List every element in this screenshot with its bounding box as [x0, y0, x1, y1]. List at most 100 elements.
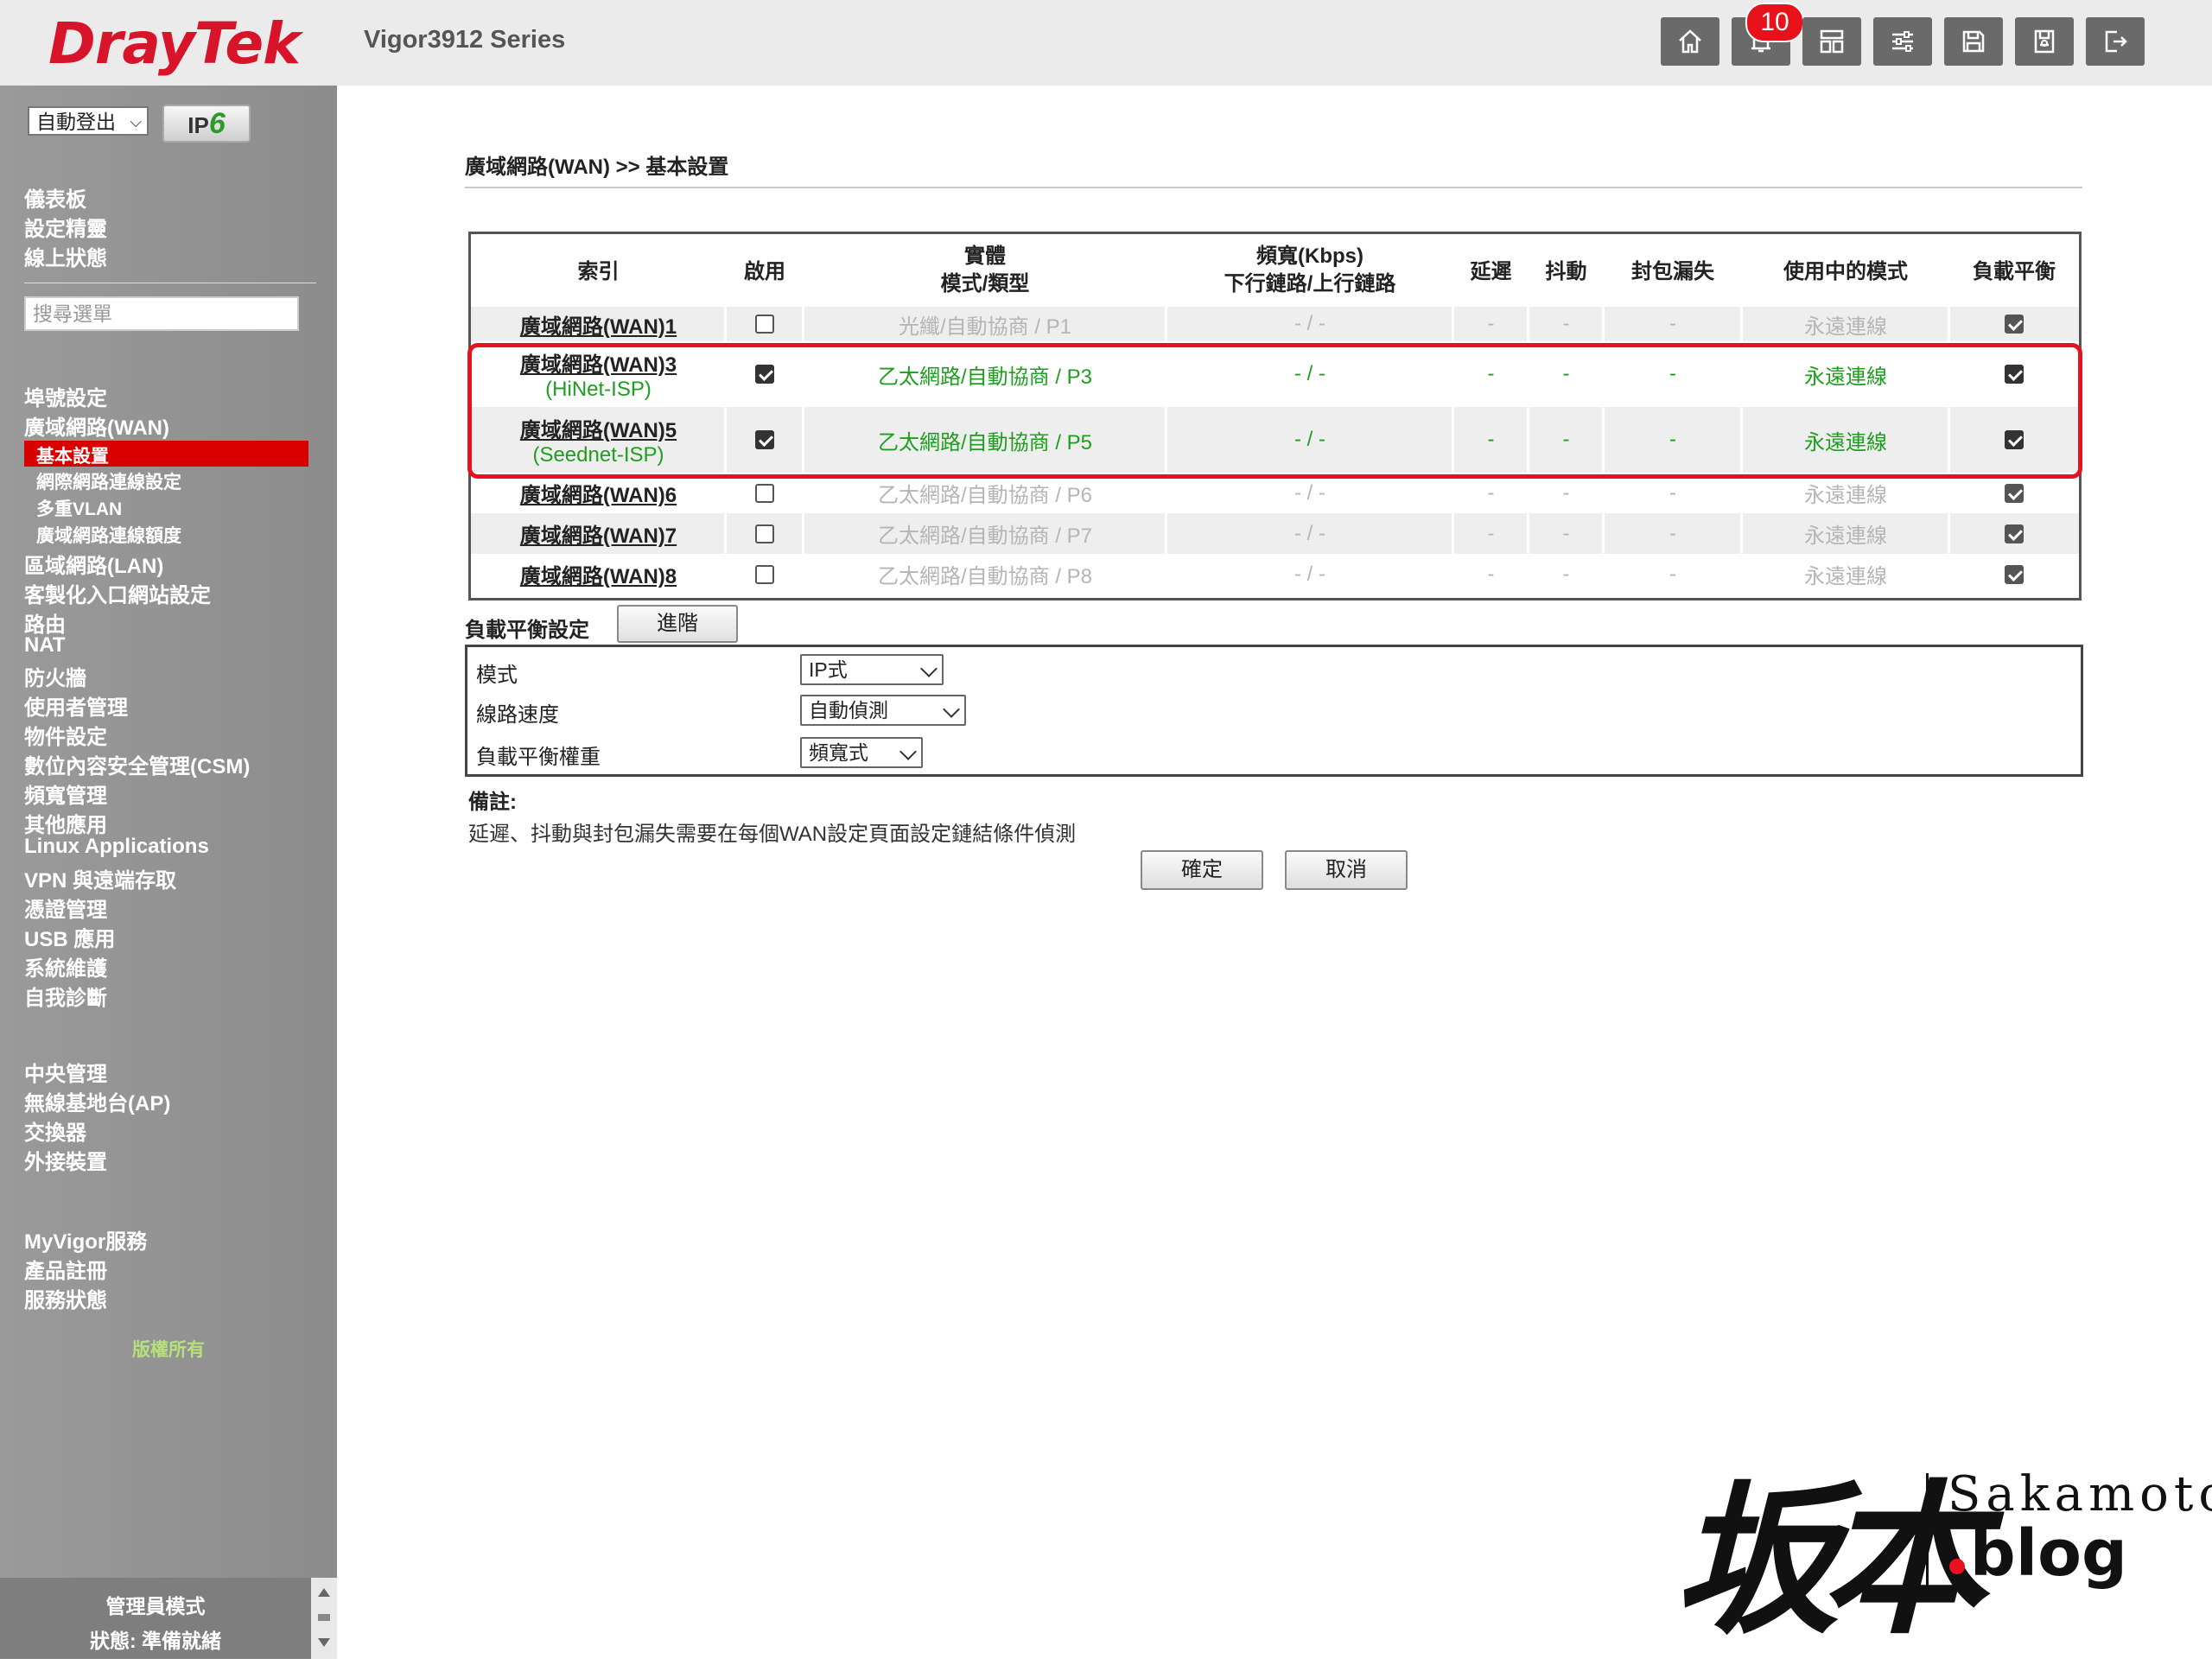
lb-weight-select[interactable]: 頻寬式: [800, 737, 923, 768]
wan7-loss: -: [1669, 521, 1676, 545]
sidebar-item-firewall[interactable]: 防火牆: [24, 661, 86, 691]
sidebar-item-user-management[interactable]: 使用者管理: [24, 690, 128, 721]
mode-label: 模式: [476, 664, 518, 687]
header-jitter: 抖動: [1545, 260, 1587, 283]
sidebar-item-internet-access[interactable]: 網際網路連線設定: [36, 468, 181, 494]
sidebar-item-bandwidth[interactable]: 頻寬管理: [24, 778, 107, 809]
table-row: 廣域網路(WAN)6 乙太網路/自動協商 / P6 - / - - - - 永遠…: [471, 473, 2079, 513]
header-bandwidth-line2: 下行鏈路/上行鏈路: [1224, 272, 1396, 296]
sidebar-item-service-status[interactable]: 服務狀態: [24, 1283, 107, 1313]
wan7-latency: -: [1487, 521, 1495, 545]
wan7-link[interactable]: 廣域網路(WAN)7: [520, 518, 677, 549]
home-button[interactable]: [1661, 17, 1719, 66]
settings-button[interactable]: [1873, 17, 1932, 66]
load-balance-settings-panel: 模式 IP式 線路速度 自動偵測 負載平衡權重 頻寬式: [465, 645, 2083, 777]
sidebar-item-wizard[interactable]: 設定精靈: [24, 212, 107, 242]
wan7-enable-checkbox[interactable]: [755, 524, 774, 543]
line-speed-select[interactable]: 自動偵測: [800, 695, 966, 726]
load-balance-settings-label: 負載平衡設定: [465, 619, 589, 642]
sidebar-item-switch[interactable]: 交換器: [24, 1115, 86, 1146]
sidebar-scrollbar[interactable]: [311, 1578, 337, 1659]
ipv6-button[interactable]: IP6: [162, 105, 251, 143]
advanced-button[interactable]: 進階: [617, 605, 738, 643]
sliders-icon: [1892, 31, 1913, 52]
wan1-loss: -: [1669, 312, 1676, 335]
notification-badge[interactable]: 10: [1745, 3, 1804, 42]
config-button[interactable]: [2015, 17, 2074, 66]
header-active-mode: 使用中的模式: [1783, 260, 1908, 283]
wan8-latency: -: [1487, 562, 1495, 586]
ok-button[interactable]: 確定: [1141, 850, 1263, 890]
sidebar-item-multi-vlan[interactable]: 多重VLAN: [36, 495, 122, 521]
wan7-bandwidth: - / -: [1294, 521, 1325, 545]
sidebar-item-objects[interactable]: 物件設定: [24, 720, 107, 750]
wan8-enable-checkbox[interactable]: [755, 564, 774, 584]
wan6-enable-checkbox[interactable]: [755, 483, 774, 503]
sidebar-item-ap[interactable]: 無線基地台(AP): [24, 1086, 170, 1116]
wan8-lb-checkbox[interactable]: [2005, 564, 2024, 584]
header-packet-loss: 封包漏失: [1631, 260, 1714, 283]
sidebar-item-usb[interactable]: USB 應用: [24, 922, 115, 952]
auto-logout-select[interactable]: 自動登出 ⌵: [28, 106, 149, 136]
chevron-down-icon: [920, 660, 938, 677]
sidebar-item-product-registration[interactable]: 產品註冊: [24, 1254, 107, 1284]
sidebar-item-wan-budget[interactable]: 廣域網路連線額度: [36, 522, 181, 548]
sidebar-item-maintenance[interactable]: 系統維護: [24, 951, 107, 982]
save-button-header[interactable]: [1944, 17, 2003, 66]
menu-search-input[interactable]: 搜尋選單: [24, 296, 299, 331]
wan1-bandwidth: - / -: [1294, 312, 1325, 335]
sidebar-item-nat[interactable]: NAT: [24, 633, 66, 658]
mode-select[interactable]: IP式: [800, 654, 944, 685]
sidebar-item-linux-apps[interactable]: Linux Applications: [24, 835, 209, 859]
sidebar-item-myvigor[interactable]: MyVigor服務: [24, 1224, 147, 1255]
sidebar-item-lan[interactable]: 區域網路(LAN): [24, 549, 163, 579]
logout-icon: [2105, 30, 2127, 53]
header-bandwidth: 頻寬(Kbps) 下行鏈路/上行鏈路: [1166, 243, 1453, 298]
header-physical-line1: 實體: [964, 245, 1006, 268]
draytek-logo[interactable]: DrayTek: [48, 10, 301, 77]
watermark-blog: blog: [1948, 1516, 2127, 1591]
wan1-lb-checkbox[interactable]: [2005, 315, 2024, 334]
breadcrumb-divider: [465, 187, 2082, 188]
sidebar-item-certificate[interactable]: 憑證管理: [24, 893, 107, 923]
table-row: 廣域網路(WAN)1 光纖/自動協商 / P1 - / - - - - 永遠連線: [471, 307, 2079, 341]
header-load-balance: 負載平衡: [1973, 260, 2056, 283]
wan8-link[interactable]: 廣域網路(WAN)8: [520, 559, 677, 589]
sidebar-item-dashboard[interactable]: 儀表板: [24, 182, 86, 213]
cancel-button[interactable]: 取消: [1285, 850, 1408, 890]
sidebar-item-wan-basic-active[interactable]: 基本設置: [24, 441, 308, 467]
chevron-down-icon: [943, 701, 960, 718]
wan7-lb-checkbox[interactable]: [2005, 524, 2024, 543]
wan6-link[interactable]: 廣域網路(WAN)6: [520, 478, 677, 508]
wan6-physical: 乙太網路/自動協商 / P6: [877, 484, 1093, 507]
header-bandwidth-line1: 頻寬(Kbps): [1256, 245, 1363, 268]
wan6-jitter: -: [1562, 480, 1570, 505]
sidebar-item-hotspot[interactable]: 客製化入口網站設定: [24, 578, 211, 608]
sidebar-item-diagnostics[interactable]: 自我診斷: [24, 981, 107, 1011]
sidebar-item-port-settings[interactable]: 埠號設定: [24, 381, 107, 411]
header-index: 索引: [577, 260, 620, 283]
wan7-physical: 乙太網路/自動協商 / P7: [877, 524, 1093, 548]
wan1-link[interactable]: 廣域網路(WAN)1: [520, 309, 677, 340]
sidebar-item-applications[interactable]: 其他應用: [24, 808, 107, 838]
logout-button[interactable]: [2086, 17, 2145, 66]
table-row: 廣域網路(WAN)8 乙太網路/自動協商 / P8 - / - - - - 永遠…: [471, 554, 2079, 594]
sidebar-item-wan[interactable]: 廣域網路(WAN): [24, 410, 169, 441]
lb-weight-select-value: 頻寬式: [809, 741, 868, 764]
header-latency: 延遲: [1470, 260, 1512, 283]
sidebar-item-csm[interactable]: 數位內容安全管理(CSM): [24, 749, 250, 779]
copyright-link[interactable]: 版權所有: [0, 1336, 337, 1362]
highlight-annotation: [467, 343, 2082, 479]
sidebar-item-external-devices[interactable]: 外接裝置: [24, 1145, 107, 1175]
wan6-lb-checkbox[interactable]: [2005, 483, 2024, 503]
sidebar-item-vpn[interactable]: VPN 與遠端存取: [24, 863, 176, 893]
note-title: 備註:: [468, 791, 517, 814]
dashboard-button[interactable]: [1802, 17, 1861, 66]
wan1-jitter: -: [1562, 312, 1570, 335]
wan1-enable-checkbox[interactable]: [755, 315, 774, 334]
watermark-blog-text: blog: [1969, 1516, 2127, 1591]
line-speed-select-value: 自動偵測: [809, 699, 888, 721]
sidebar-item-central-management[interactable]: 中央管理: [24, 1057, 107, 1087]
chevron-down-icon: ⌵: [130, 113, 142, 130]
sidebar-item-online-status[interactable]: 線上狀態: [24, 241, 107, 271]
